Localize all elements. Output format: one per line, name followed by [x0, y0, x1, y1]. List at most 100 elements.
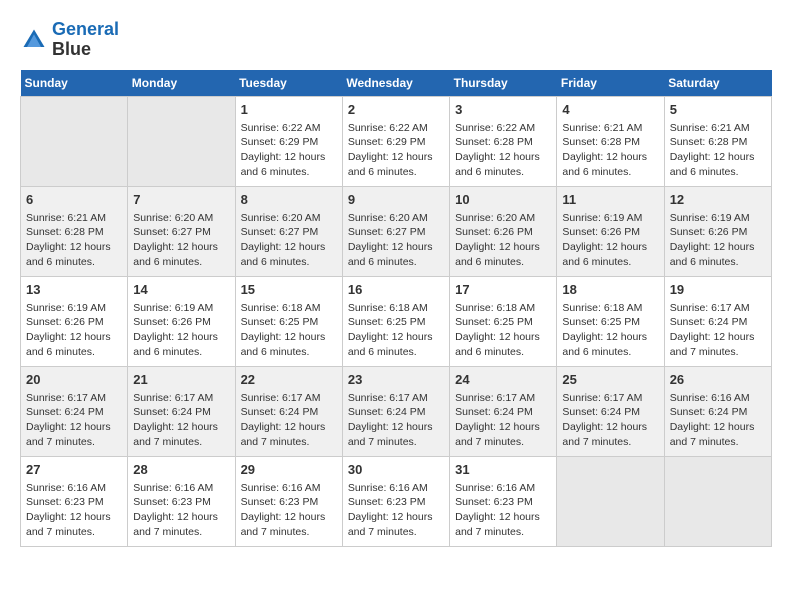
day-info: Sunrise: 6:20 AM Sunset: 6:27 PM Dayligh… — [348, 211, 444, 270]
day-number: 24 — [455, 371, 551, 389]
calendar-cell: 4 Sunrise: 6:21 AM Sunset: 6:28 PM Daylig… — [557, 96, 664, 186]
day-info: Sunrise: 6:16 AM Sunset: 6:23 PM Dayligh… — [133, 481, 229, 540]
weekday-header: Friday — [557, 70, 664, 97]
calendar-cell — [128, 96, 235, 186]
day-number: 4 — [562, 101, 658, 119]
day-number: 18 — [562, 281, 658, 299]
day-info: Sunrise: 6:20 AM Sunset: 6:27 PM Dayligh… — [133, 211, 229, 270]
calendar-cell: 23 Sunrise: 6:17 AM Sunset: 6:24 PM Dayli… — [342, 366, 449, 456]
calendar-cell: 16 Sunrise: 6:18 AM Sunset: 6:25 PM Dayli… — [342, 276, 449, 366]
day-info: Sunrise: 6:17 AM Sunset: 6:24 PM Dayligh… — [241, 391, 337, 450]
day-number: 10 — [455, 191, 551, 209]
calendar-cell: 24 Sunrise: 6:17 AM Sunset: 6:24 PM Dayli… — [450, 366, 557, 456]
day-number: 16 — [348, 281, 444, 299]
calendar-cell: 12Sunrise: 6:19 AM Sunset: 6:26 PM Dayli… — [664, 186, 771, 276]
day-info: Sunrise: 6:16 AM Sunset: 6:23 PM Dayligh… — [241, 481, 337, 540]
calendar-cell: 31Sunrise: 6:16 AM Sunset: 6:23 PM Dayli… — [450, 456, 557, 546]
day-info: Sunrise: 6:19 AM Sunset: 6:26 PM Dayligh… — [26, 301, 122, 360]
day-info: Sunrise: 6:19 AM Sunset: 6:26 PM Dayligh… — [670, 211, 766, 270]
day-number: 7 — [133, 191, 229, 209]
day-number: 2 — [348, 101, 444, 119]
day-number: 26 — [670, 371, 766, 389]
logo-text: General Blue — [52, 20, 119, 60]
day-number: 5 — [670, 101, 766, 119]
calendar-cell: 7 Sunrise: 6:20 AM Sunset: 6:27 PM Daylig… — [128, 186, 235, 276]
calendar-cell: 8 Sunrise: 6:20 AM Sunset: 6:27 PM Daylig… — [235, 186, 342, 276]
day-info: Sunrise: 6:17 AM Sunset: 6:24 PM Dayligh… — [670, 301, 766, 360]
day-number: 20 — [26, 371, 122, 389]
calendar-cell: 11 Sunrise: 6:19 AM Sunset: 6:26 PM Dayli… — [557, 186, 664, 276]
day-number: 17 — [455, 281, 551, 299]
calendar-cell: 17 Sunrise: 6:18 AM Sunset: 6:25 PM Dayli… — [450, 276, 557, 366]
day-info: Sunrise: 6:22 AM Sunset: 6:28 PM Dayligh… — [455, 121, 551, 180]
day-info: Sunrise: 6:19 AM Sunset: 6:26 PM Dayligh… — [562, 211, 658, 270]
day-info: Sunrise: 6:21 AM Sunset: 6:28 PM Dayligh… — [670, 121, 766, 180]
day-info: Sunrise: 6:18 AM Sunset: 6:25 PM Dayligh… — [348, 301, 444, 360]
calendar-table: SundayMondayTuesdayWednesdayThursdayFrid… — [20, 70, 772, 547]
weekday-header: Sunday — [21, 70, 128, 97]
weekday-header: Monday — [128, 70, 235, 97]
calendar-week-row: 1Sunrise: 6:22 AM Sunset: 6:29 PM Daylig… — [21, 96, 772, 186]
day-info: Sunrise: 6:19 AM Sunset: 6:26 PM Dayligh… — [133, 301, 229, 360]
day-info: Sunrise: 6:20 AM Sunset: 6:27 PM Dayligh… — [241, 211, 337, 270]
calendar-cell: 1Sunrise: 6:22 AM Sunset: 6:29 PM Daylig… — [235, 96, 342, 186]
logo-icon — [20, 26, 48, 54]
page-header: General Blue — [20, 20, 772, 60]
calendar-week-row: 20 Sunrise: 6:17 AM Sunset: 6:24 PM Dayli… — [21, 366, 772, 456]
day-number: 31 — [455, 461, 551, 479]
day-number: 8 — [241, 191, 337, 209]
calendar-cell — [21, 96, 128, 186]
calendar-cell: 30 Sunrise: 6:16 AM Sunset: 6:23 PM Dayli… — [342, 456, 449, 546]
day-number: 15 — [241, 281, 337, 299]
calendar-cell: 21 Sunrise: 6:17 AM Sunset: 6:24 PM Dayli… — [128, 366, 235, 456]
day-number: 29 — [241, 461, 337, 479]
calendar-cell — [557, 456, 664, 546]
day-number: 30 — [348, 461, 444, 479]
calendar-cell: 26 Sunrise: 6:16 AM Sunset: 6:24 PM Dayli… — [664, 366, 771, 456]
calendar-week-row: 6Sunrise: 6:21 AM Sunset: 6:28 PM Daylig… — [21, 186, 772, 276]
day-info: Sunrise: 6:17 AM Sunset: 6:24 PM Dayligh… — [26, 391, 122, 450]
day-info: Sunrise: 6:17 AM Sunset: 6:24 PM Dayligh… — [348, 391, 444, 450]
calendar-cell: 6Sunrise: 6:21 AM Sunset: 6:28 PM Daylig… — [21, 186, 128, 276]
day-info: Sunrise: 6:18 AM Sunset: 6:25 PM Dayligh… — [455, 301, 551, 360]
calendar-cell: 22 Sunrise: 6:17 AM Sunset: 6:24 PM Dayli… — [235, 366, 342, 456]
day-info: Sunrise: 6:21 AM Sunset: 6:28 PM Dayligh… — [26, 211, 122, 270]
day-number: 21 — [133, 371, 229, 389]
day-info: Sunrise: 6:16 AM Sunset: 6:24 PM Dayligh… — [670, 391, 766, 450]
day-number: 13 — [26, 281, 122, 299]
calendar-week-row: 13 Sunrise: 6:19 AM Sunset: 6:26 PM Dayli… — [21, 276, 772, 366]
calendar-cell: 3Sunrise: 6:22 AM Sunset: 6:28 PM Daylig… — [450, 96, 557, 186]
day-info: Sunrise: 6:21 AM Sunset: 6:28 PM Dayligh… — [562, 121, 658, 180]
day-info: Sunrise: 6:20 AM Sunset: 6:26 PM Dayligh… — [455, 211, 551, 270]
day-number: 14 — [133, 281, 229, 299]
day-number: 27 — [26, 461, 122, 479]
day-number: 25 — [562, 371, 658, 389]
day-number: 11 — [562, 191, 658, 209]
calendar-cell: 10 Sunrise: 6:20 AM Sunset: 6:26 PM Dayli… — [450, 186, 557, 276]
calendar-cell: 2Sunrise: 6:22 AM Sunset: 6:29 PM Daylig… — [342, 96, 449, 186]
day-info: Sunrise: 6:17 AM Sunset: 6:24 PM Dayligh… — [133, 391, 229, 450]
calendar-cell: 29 Sunrise: 6:16 AM Sunset: 6:23 PM Dayli… — [235, 456, 342, 546]
calendar-cell: 9Sunrise: 6:20 AM Sunset: 6:27 PM Daylig… — [342, 186, 449, 276]
day-info: Sunrise: 6:18 AM Sunset: 6:25 PM Dayligh… — [562, 301, 658, 360]
calendar-cell: 25 Sunrise: 6:17 AM Sunset: 6:24 PM Dayli… — [557, 366, 664, 456]
calendar-week-row: 27 Sunrise: 6:16 AM Sunset: 6:23 PM Dayli… — [21, 456, 772, 546]
calendar-cell: 19Sunrise: 6:17 AM Sunset: 6:24 PM Dayli… — [664, 276, 771, 366]
day-number: 28 — [133, 461, 229, 479]
weekday-header: Tuesday — [235, 70, 342, 97]
day-info: Sunrise: 6:22 AM Sunset: 6:29 PM Dayligh… — [241, 121, 337, 180]
calendar-cell: 5 Sunrise: 6:21 AM Sunset: 6:28 PM Daylig… — [664, 96, 771, 186]
calendar-cell: 13 Sunrise: 6:19 AM Sunset: 6:26 PM Dayli… — [21, 276, 128, 366]
day-info: Sunrise: 6:16 AM Sunset: 6:23 PM Dayligh… — [348, 481, 444, 540]
day-number: 22 — [241, 371, 337, 389]
day-info: Sunrise: 6:18 AM Sunset: 6:25 PM Dayligh… — [241, 301, 337, 360]
calendar-cell: 15 Sunrise: 6:18 AM Sunset: 6:25 PM Dayli… — [235, 276, 342, 366]
day-number: 23 — [348, 371, 444, 389]
logo: General Blue — [20, 20, 119, 60]
calendar-cell: 28 Sunrise: 6:16 AM Sunset: 6:23 PM Dayli… — [128, 456, 235, 546]
day-info: Sunrise: 6:17 AM Sunset: 6:24 PM Dayligh… — [455, 391, 551, 450]
calendar-cell: 27Sunrise: 6:16 AM Sunset: 6:23 PM Dayli… — [21, 456, 128, 546]
day-info: Sunrise: 6:17 AM Sunset: 6:24 PM Dayligh… — [562, 391, 658, 450]
calendar-cell — [664, 456, 771, 546]
weekday-header: Saturday — [664, 70, 771, 97]
